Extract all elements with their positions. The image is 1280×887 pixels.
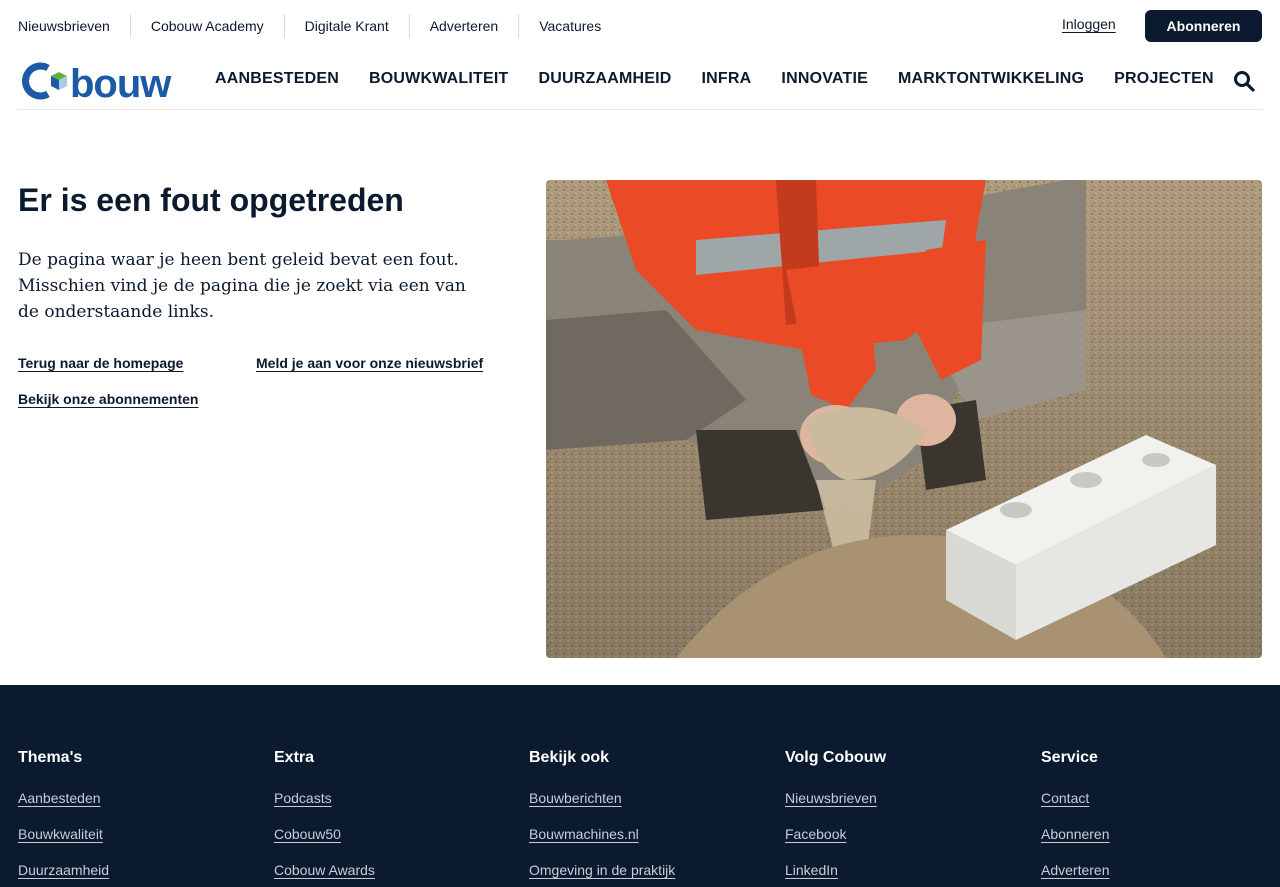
util-link-adverteren[interactable]: Adverteren — [408, 14, 518, 38]
footer-link[interactable]: Bouwmachines.nl — [529, 824, 675, 844]
footer-column-bekijk-ook: Bekijk ook Bouwberichten Bouwmachines.nl… — [529, 748, 675, 887]
site-footer: Thema's Aanbesteden Bouwkwaliteit Duurza… — [0, 685, 1280, 887]
footer-link[interactable]: Adverteren — [1041, 860, 1110, 880]
footer-link[interactable]: Cobouw Awards — [274, 860, 375, 880]
util-link-academy[interactable]: Cobouw Academy — [129, 14, 284, 38]
footer-link[interactable]: LinkedIn — [785, 860, 886, 880]
nav-item-marktontwikkeling[interactable]: MARKTONTWIKKELING — [898, 68, 1084, 90]
footer-column-extra: Extra Podcasts Cobouw50 Cobouw Awards — [274, 748, 375, 887]
hero-image — [546, 180, 1262, 658]
newsletter-signup-link[interactable]: Meld je aan voor onze nieuwsbrief — [256, 355, 483, 371]
main-navigation: bouw AANBESTEDEN BOUWKWALITEIT DUURZAAMH… — [0, 52, 1280, 110]
top-utility-bar: Nieuwsbrieven Cobouw Academy Digitale Kr… — [0, 0, 1280, 52]
nav-item-bouwkwaliteit[interactable]: BOUWKWALITEIT — [369, 68, 508, 90]
footer-link[interactable]: Omgeving in de praktijk — [529, 860, 675, 880]
footer-link[interactable]: Bouwberichten — [529, 788, 675, 808]
footer-heading: Volg Cobouw — [785, 749, 887, 766]
footer-link[interactable]: Aanbesteden — [18, 788, 109, 808]
subscriptions-link[interactable]: Bekijk onze abonnementen — [18, 391, 198, 407]
nav-item-projecten[interactable]: PROJECTEN — [1114, 68, 1214, 90]
footer-link[interactable]: Contact — [1041, 788, 1110, 808]
footer-link[interactable]: Podcasts — [274, 788, 375, 808]
util-link-digitale-krant[interactable]: Digitale Krant — [283, 14, 409, 38]
footer-heading: Service — [1041, 749, 1098, 766]
footer-link[interactable]: Nieuwsbrieven — [785, 788, 886, 808]
footer-column-volg-cobouw: Volg Cobouw Nieuwsbrieven Facebook Linke… — [785, 748, 886, 887]
util-link-vacatures[interactable]: Vacatures — [518, 14, 621, 38]
nav-item-infra[interactable]: INFRA — [702, 68, 752, 90]
cobouw-logo[interactable]: bouw — [18, 59, 198, 101]
nav-item-aanbesteden[interactable]: AANBESTEDEN — [215, 68, 339, 90]
footer-link[interactable]: Bouwkwaliteit — [18, 824, 109, 844]
subscribe-button[interactable]: Abonneren — [1145, 10, 1262, 42]
footer-link[interactable]: Duurzaamheid — [18, 860, 109, 880]
utility-nav: Nieuwsbrieven Cobouw Academy Digitale Kr… — [18, 14, 621, 38]
nav-item-innovatie[interactable]: INNOVATIE — [781, 68, 868, 90]
footer-link[interactable]: Cobouw50 — [274, 824, 375, 844]
error-message: De pagina waar je heen bent geleid bevat… — [18, 250, 466, 322]
footer-heading: Bekijk ook — [529, 749, 610, 766]
login-link[interactable]: Inloggen — [1062, 16, 1116, 32]
util-link-nieuwsbrieven[interactable]: Nieuwsbrieven — [18, 14, 130, 38]
footer-column-themas: Thema's Aanbesteden Bouwkwaliteit Duurza… — [18, 748, 109, 887]
footer-link[interactable]: Abonneren — [1041, 824, 1110, 844]
footer-link[interactable]: Facebook — [785, 824, 886, 844]
nav-item-duurzaamheid[interactable]: DUURZAAMHEID — [538, 68, 671, 90]
footer-heading: Thema's — [18, 749, 83, 766]
section-nav: AANBESTEDEN BOUWKWALITEIT DUURZAAMHEID I… — [215, 68, 1244, 90]
footer-heading: Extra — [274, 749, 315, 766]
homepage-link[interactable]: Terug naar de homepage — [18, 355, 183, 371]
svg-text:bouw: bouw — [70, 62, 172, 101]
page-title: Er is een fout opgetreden — [18, 182, 404, 218]
search-icon[interactable] — [1232, 69, 1256, 93]
footer-column-service: Service Contact Abonneren Adverteren — [1041, 748, 1110, 887]
